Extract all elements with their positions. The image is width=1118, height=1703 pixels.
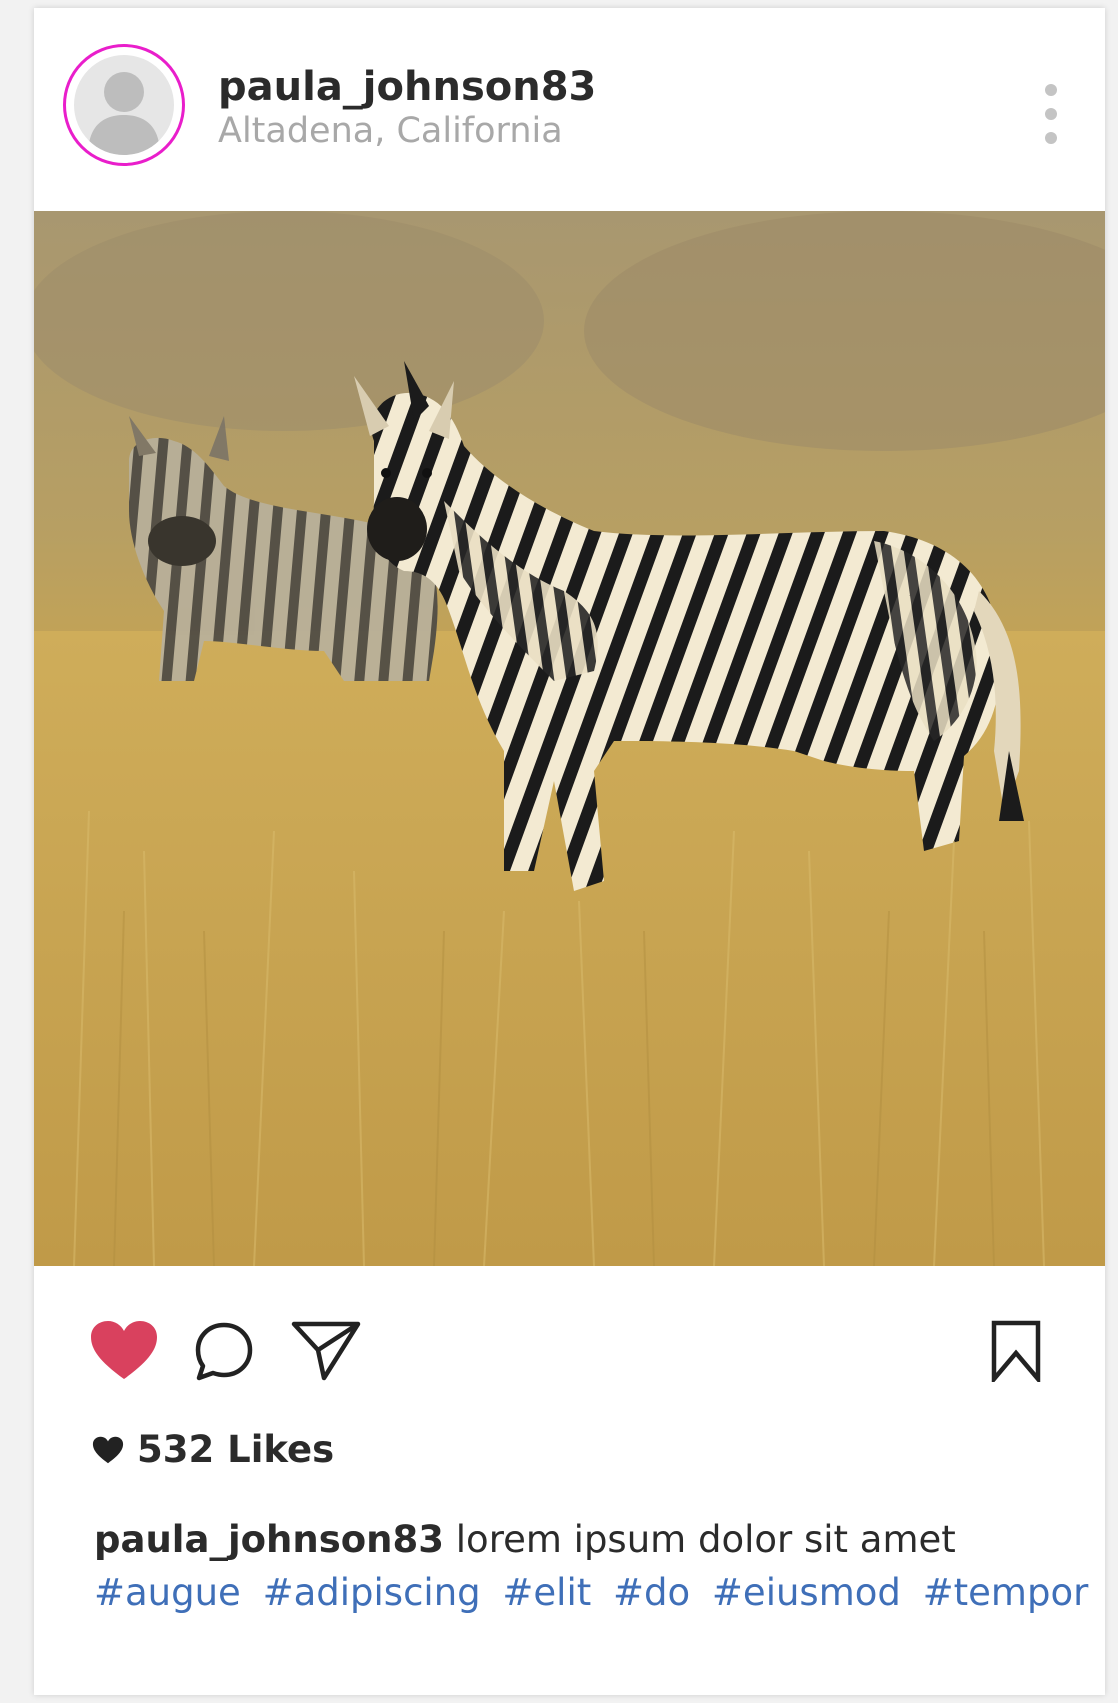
- caption-text: lorem ipsum dolor sit amet: [455, 1518, 956, 1561]
- likes-text: 532 Likes: [137, 1428, 335, 1471]
- post-header: paula_johnson83 Altadena, California: [34, 8, 1105, 210]
- hashtag-list: #augue #adipiscing #elit #do #eiusmod #t…: [94, 1568, 1088, 1618]
- post-card: paula_johnson83 Altadena, California 532…: [34, 8, 1105, 1695]
- caption: paula_johnson83 lorem ipsum dolor sit am…: [94, 1515, 1084, 1565]
- menu-dot: [1045, 108, 1057, 120]
- menu-dot: [1045, 84, 1057, 96]
- more-vertical-icon[interactable]: [1036, 80, 1066, 150]
- hashtag[interactable]: #elit: [502, 1571, 591, 1614]
- hashtag[interactable]: #augue: [94, 1571, 241, 1614]
- avatar[interactable]: [74, 55, 174, 155]
- caption-username[interactable]: paula_johnson83: [94, 1518, 444, 1561]
- menu-dot: [1045, 132, 1057, 144]
- heart-small-icon: [92, 1435, 124, 1469]
- user-placeholder-icon: [88, 72, 160, 155]
- post-photo[interactable]: [34, 211, 1105, 1266]
- bookmark-icon[interactable]: [990, 1320, 1042, 1386]
- zebra-photo-image: [34, 211, 1105, 1266]
- hashtag[interactable]: #tempor: [923, 1571, 1089, 1614]
- comment-icon[interactable]: [194, 1321, 254, 1381]
- send-icon[interactable]: [290, 1320, 362, 1382]
- hashtag[interactable]: #adipiscing: [263, 1571, 481, 1614]
- hashtag[interactable]: #eiusmod: [712, 1571, 901, 1614]
- post-location[interactable]: Altadena, California: [218, 111, 563, 151]
- avatar-ring[interactable]: [63, 44, 185, 166]
- heart-icon[interactable]: [89, 1319, 159, 1381]
- post-username[interactable]: paula_johnson83: [218, 64, 596, 110]
- hashtag[interactable]: #do: [613, 1571, 690, 1614]
- action-bar: [34, 1266, 1105, 1406]
